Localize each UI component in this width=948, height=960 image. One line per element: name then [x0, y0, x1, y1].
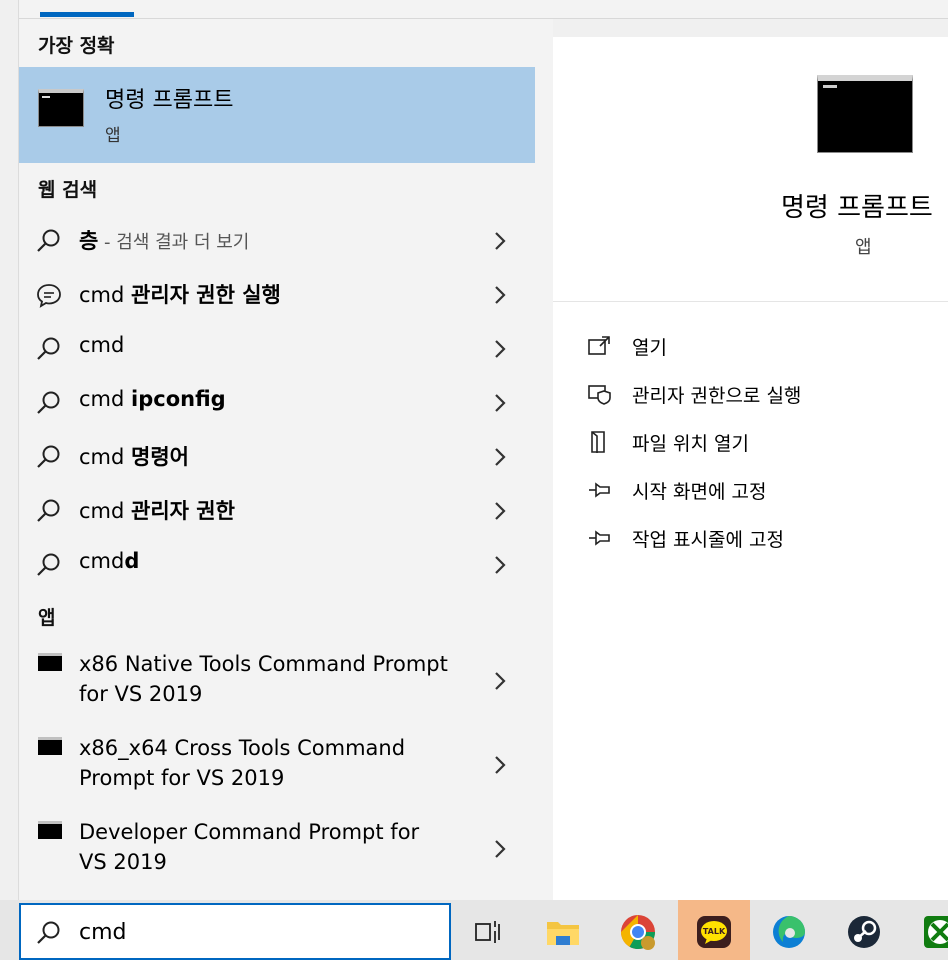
- web-result-label: cmd 관리자 권한: [79, 499, 235, 523]
- shield-icon: [588, 385, 611, 405]
- taskbar-search-box[interactable]: [19, 903, 451, 960]
- web-result-label: cmd 명령어: [79, 445, 189, 469]
- web-result-row[interactable]: cmd 관리자 권한 실행: [19, 267, 535, 321]
- detail-subtitle: 앱: [855, 237, 872, 258]
- action-pin-to-start[interactable]: 시작 화면에 고정: [587, 475, 927, 505]
- taskbar-xbox[interactable]: [904, 900, 948, 960]
- chrome-icon: [621, 915, 655, 950]
- task-view-icon: [475, 921, 500, 943]
- web-result-label: 층 - 검색 결과 더 보기: [79, 229, 250, 253]
- web-result-label: cmd ipconfig: [79, 387, 226, 411]
- taskbar-chrome[interactable]: [602, 900, 674, 960]
- chevron-right-icon[interactable]: [489, 752, 511, 778]
- search-icon: [37, 229, 60, 252]
- detail-title: 명령 프롬프트: [781, 193, 933, 223]
- search-results-pane: 가장 정확 명령 프롬프트 앱 웹 검색 층 - 검색 결과 더 보기 cmd …: [19, 19, 553, 900]
- taskbar-steam[interactable]: [828, 900, 900, 960]
- detail-divider: [553, 301, 948, 302]
- search-icon: [37, 445, 60, 468]
- taskbar-edge[interactable]: [753, 900, 825, 960]
- active-tab-indicator: [40, 12, 134, 17]
- search-icon: [37, 337, 60, 360]
- command-prompt-icon: [38, 653, 62, 671]
- app-result-label: x86_x64 Cross Tools Command Prompt for VS…: [79, 736, 406, 790]
- web-result-label: cmd 관리자 권한 실행: [79, 283, 281, 307]
- command-prompt-icon: [38, 89, 84, 127]
- web-result-row[interactable]: cmd 명령어: [19, 429, 535, 483]
- chevron-right-icon[interactable]: [489, 668, 511, 694]
- web-result-row[interactable]: cmdd: [19, 537, 535, 591]
- top-tab-bar: [19, 0, 948, 19]
- best-match-name: 명령 프롬프트: [105, 88, 234, 113]
- web-result-row[interactable]: 층 - 검색 결과 더 보기: [19, 213, 535, 267]
- app-result-row[interactable]: x86_x64 Cross Tools Command Prompt for VS…: [19, 723, 535, 807]
- xbox-icon: [924, 916, 948, 948]
- search-icon: [37, 553, 60, 576]
- search-icon: [37, 391, 60, 414]
- chevron-right-icon[interactable]: [489, 390, 511, 416]
- command-prompt-icon: [38, 821, 62, 839]
- command-prompt-icon: [38, 737, 62, 755]
- app-result-row[interactable]: Developer Command Prompt for VS 2019: [19, 807, 535, 891]
- taskbar-file-explorer[interactable]: [527, 900, 599, 960]
- open-icon: [588, 336, 610, 355]
- detail-pane: 명령 프롬프트 앱 열기 관리자 권한으로 실행 파일 위치 열기 시작 화면에…: [553, 37, 948, 900]
- best-match-heading: 가장 정확: [38, 35, 115, 57]
- folder-icon: [547, 922, 579, 945]
- command-prompt-large-icon: [817, 75, 913, 153]
- search-icon: [37, 499, 60, 522]
- taskbar-kakaotalk[interactable]: TALK: [678, 900, 750, 960]
- best-match-type: 앱: [105, 126, 121, 146]
- web-search-heading: 웹 검색: [38, 179, 98, 201]
- best-match-item[interactable]: 명령 프롬프트 앱: [19, 67, 535, 163]
- action-open[interactable]: 열기: [587, 331, 927, 361]
- web-result-row[interactable]: cmd ipconfig: [19, 375, 535, 429]
- pin-icon: [589, 530, 610, 546]
- search-input[interactable]: [79, 917, 419, 947]
- apps-heading: 앱: [38, 607, 56, 629]
- pin-icon: [589, 482, 610, 498]
- chevron-right-icon[interactable]: [489, 444, 511, 470]
- app-result-row[interactable]: x86 Native Tools Command Prompt for VS 20…: [19, 639, 535, 723]
- action-open-file-location[interactable]: 파일 위치 열기: [587, 427, 927, 457]
- kakaotalk-icon: TALK: [697, 916, 731, 948]
- web-result-label: cmd: [79, 333, 125, 357]
- action-pin-to-taskbar[interactable]: 작업 표시줄에 고정: [587, 523, 927, 553]
- app-result-label: Developer Command Prompt for VS 2019: [79, 820, 420, 874]
- edge-icon: [773, 916, 805, 948]
- chevron-right-icon[interactable]: [489, 552, 511, 578]
- kakaotalk-badge: TALK: [703, 927, 726, 936]
- app-result-label: x86 Native Tools Command Prompt for VS 20…: [79, 652, 448, 706]
- search-icon: [37, 921, 60, 944]
- left-edge-strip: [0, 0, 19, 900]
- web-result-label: cmdd: [79, 549, 140, 573]
- chat-bubble-icon: [37, 284, 61, 308]
- chevron-right-icon[interactable]: [489, 336, 511, 362]
- web-result-row[interactable]: cmd: [19, 321, 535, 375]
- chevron-right-icon[interactable]: [489, 228, 511, 254]
- chevron-right-icon[interactable]: [489, 498, 511, 524]
- chevron-right-icon[interactable]: [489, 282, 511, 308]
- steam-icon: [848, 916, 880, 948]
- taskbar-task-view[interactable]: [452, 900, 524, 960]
- action-run-as-admin[interactable]: 관리자 권한으로 실행: [587, 379, 927, 409]
- chevron-right-icon[interactable]: [489, 836, 511, 862]
- file-location-icon: [591, 431, 605, 453]
- taskbar: TALK: [0, 900, 948, 960]
- web-result-row[interactable]: cmd 관리자 권한: [19, 483, 535, 537]
